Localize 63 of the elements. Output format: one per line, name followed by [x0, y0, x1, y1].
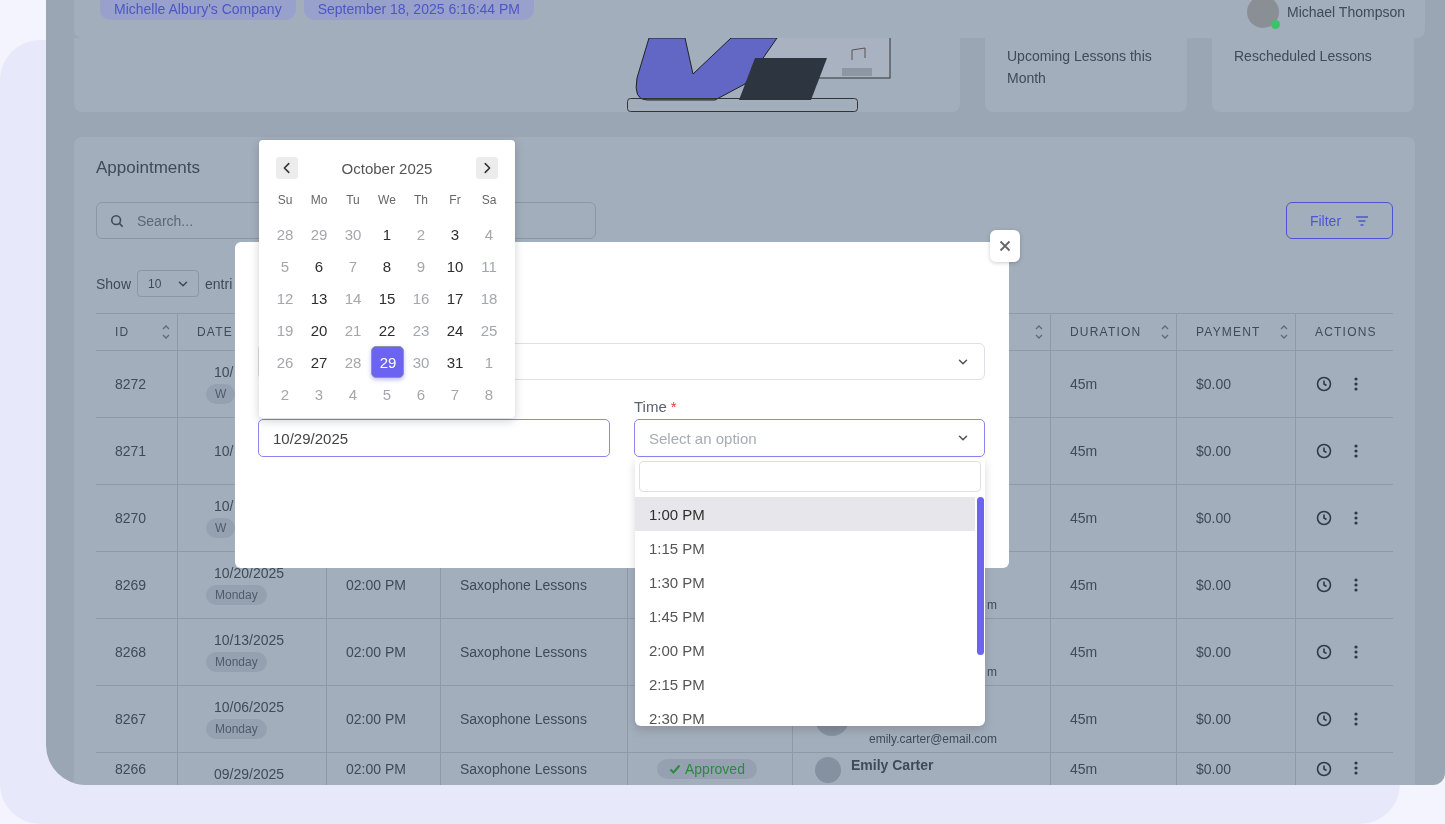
payment-text: $0.00	[1196, 644, 1232, 660]
client-email: m	[986, 598, 997, 612]
weekday-badge: Monday	[206, 719, 267, 739]
time-text: 02:00 PM	[346, 711, 406, 727]
date-text: 10/06/2025	[214, 699, 285, 715]
id-text: 8269	[115, 577, 147, 593]
weekday-label: Th	[413, 192, 429, 209]
weekday-badge: Monday	[206, 652, 267, 672]
weekday-label: We	[377, 192, 397, 209]
id-text: 8267	[115, 711, 147, 727]
weekday-badge: W	[206, 518, 236, 538]
section-title: Appointments	[96, 157, 200, 178]
payment-text: $0.00	[1196, 376, 1232, 392]
field-label: Time	[634, 398, 667, 417]
weekday-label: Fr	[448, 192, 462, 209]
stat-label: Rescheduled Lessons	[1234, 47, 1373, 66]
date-text: 09/29/2025	[214, 765, 285, 782]
duration-text: 45m	[1070, 761, 1098, 777]
service-text: Saxophone Lessons	[460, 644, 587, 660]
info-badge: September 18, 2025 6:16:44 PM	[303, 0, 534, 20]
month-title: October 2025	[341, 159, 433, 177]
date-text: 10/13/2025	[214, 632, 285, 648]
required-mark: *	[670, 398, 677, 417]
time-text: 02:00 PM	[346, 644, 406, 660]
date-text: 10/20/2025	[214, 565, 285, 581]
weekday-badge: W	[206, 384, 236, 404]
info-badge: Michelle Albury's Company	[100, 0, 296, 20]
payment-text: $0.00	[1196, 711, 1232, 727]
weekday-label: Mo	[309, 192, 329, 209]
client-email: m	[986, 665, 997, 679]
id-text: 8272	[115, 376, 147, 392]
weekday-label: Tu	[345, 192, 361, 209]
weekday-label: Su	[276, 192, 294, 209]
client-email: emily.carter@email.com	[868, 732, 997, 746]
duration-text: 45m	[1070, 376, 1098, 392]
stat-label: Upcoming Lessons this Month	[1007, 47, 1153, 88]
duration-text: 45m	[1070, 577, 1098, 593]
weekday-label: Sa	[480, 192, 498, 209]
id-text: 8268	[115, 644, 147, 660]
service-text: Saxophone Lessons	[460, 711, 587, 727]
duration-text: 45m	[1070, 711, 1098, 727]
entries-label: entri	[205, 275, 233, 292]
date-text: 10/	[214, 443, 234, 459]
payment-text: $0.00	[1196, 510, 1232, 526]
date-text: 10/	[214, 498, 234, 514]
service-text: Saxophone Lessons	[460, 577, 587, 593]
time-text: 02:00 PM	[346, 761, 406, 777]
payment-text: $0.00	[1196, 443, 1232, 459]
duration-text: 45m	[1070, 443, 1098, 459]
service-text: Saxophone Lessons	[460, 761, 587, 777]
payment-text: $0.00	[1196, 761, 1232, 777]
id-text: 8271	[115, 443, 147, 459]
weekday-badge: Monday	[206, 585, 267, 605]
duration-text: 45m	[1070, 644, 1098, 660]
status-badge: Approved	[657, 759, 757, 779]
id-text: 8266	[115, 761, 147, 777]
show-label: Show	[96, 275, 132, 292]
id-text: 8270	[115, 510, 147, 526]
payment-text: $0.00	[1196, 577, 1232, 593]
duration-text: 45m	[1070, 510, 1098, 526]
time-text: 02:00 PM	[346, 577, 406, 593]
date-text: 10/	[214, 364, 234, 380]
client-name: Emily Carter	[851, 757, 935, 773]
